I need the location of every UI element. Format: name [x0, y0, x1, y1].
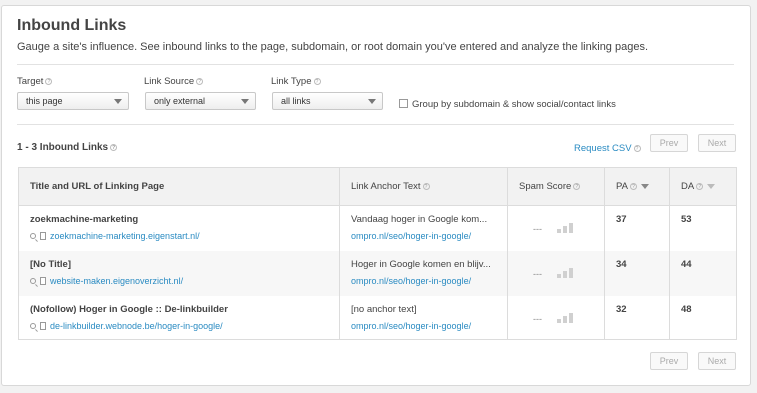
help-icon[interactable]: ?	[422, 182, 430, 190]
magnifier-icon[interactable]	[30, 323, 36, 329]
page-copy-icon[interactable]	[38, 320, 46, 330]
da-value: 48	[681, 304, 692, 315]
spam-score-value: ---	[533, 224, 542, 234]
help-icon[interactable]: ?	[696, 182, 704, 190]
column-divider	[669, 168, 670, 339]
target-url-link[interactable]: ompro.nl/seo/hoger-in-google/	[351, 321, 471, 331]
link-type-label-text: Link Type	[271, 76, 312, 87]
magnifier-icon[interactable]	[30, 233, 36, 239]
target-url-link[interactable]: ompro.nl/seo/hoger-in-google/	[351, 276, 471, 286]
linking-page-title: zoekmachine-marketing	[30, 214, 139, 225]
help-icon[interactable]: ?	[313, 77, 321, 85]
da-value: 53	[681, 214, 692, 225]
target-url-link[interactable]: ompro.nl/seo/hoger-in-google/	[351, 231, 471, 241]
dropdown-caret-icon	[368, 99, 376, 104]
link-type-select-value: all links	[281, 96, 311, 106]
anchor-text: Vandaag hoger in Google kom...	[351, 214, 488, 225]
sort-arrow-icon	[640, 183, 649, 189]
inbound-links-panel: Inbound Links Gauge a site's influence. …	[1, 5, 751, 386]
linking-page-url[interactable]: de-linkbuilder.webnode.be/hoger-in-googl…	[30, 320, 223, 331]
page-copy-icon[interactable]	[38, 275, 46, 285]
page-copy-icon[interactable]	[38, 230, 46, 240]
table-row: zoekmachine-marketing zoekmachine-market…	[19, 206, 736, 251]
dropdown-caret-icon	[241, 99, 249, 104]
help-icon[interactable]: ?	[110, 143, 118, 151]
link-source-filter-label: Link Source?	[144, 76, 204, 87]
column-divider	[507, 168, 508, 339]
page-subtitle: Gauge a site's influence. See inbound li…	[17, 41, 649, 53]
link-source-select[interactable]: only external	[145, 92, 256, 110]
column-header-title-url: Title and URL of Linking Page	[30, 181, 165, 192]
linking-page-title: (Nofollow) Hoger in Google :: De-linkbui…	[30, 304, 228, 315]
spam-score-value: ---	[533, 314, 542, 324]
results-count: 1 - 3 Inbound Links?	[17, 142, 118, 153]
linking-page-url[interactable]: website-maken.eigenoverzicht.nl/	[30, 275, 183, 286]
magnifier-icon[interactable]	[30, 278, 36, 284]
column-divider	[339, 168, 340, 339]
group-by-subdomain-checkbox[interactable]	[399, 98, 408, 108]
anchor-header-text: Link Anchor Text	[351, 181, 421, 192]
column-header-spam[interactable]: Spam Score?	[519, 181, 581, 192]
request-csv-text: Request CSV	[574, 143, 632, 154]
table-header: Title and URL of Linking Page Link Ancho…	[19, 168, 736, 206]
linking-page-url-text[interactable]: website-maken.eigenoverzicht.nl/	[50, 276, 183, 286]
target-select[interactable]: this page	[17, 92, 129, 110]
spam-header-text: Spam Score	[519, 181, 572, 192]
spam-bars-icon	[557, 311, 579, 323]
da-header-text: DA	[681, 181, 695, 192]
pa-value: 32	[616, 304, 627, 315]
target-select-value: this page	[26, 96, 63, 106]
anchor-text: Hoger in Google komen en blijv...	[351, 259, 491, 270]
column-header-da[interactable]: DA?	[681, 181, 716, 192]
group-by-subdomain-label: Group by subdomain & show social/contact…	[412, 99, 616, 110]
divider	[17, 64, 734, 65]
column-header-anchor[interactable]: Link Anchor Text?	[351, 181, 430, 192]
target-label-text: Target	[17, 76, 44, 87]
spam-bars-icon	[557, 221, 579, 233]
sort-arrow-icon	[707, 183, 716, 189]
table-row: (Nofollow) Hoger in Google :: De-linkbui…	[19, 296, 736, 341]
da-value: 44	[681, 259, 692, 270]
link-type-filter-label: Link Type?	[271, 76, 321, 87]
help-icon[interactable]: ?	[45, 77, 53, 85]
help-icon[interactable]: ?	[633, 144, 641, 152]
help-icon[interactable]: ?	[629, 182, 637, 190]
help-icon[interactable]: ?	[573, 182, 581, 190]
group-by-subdomain-option[interactable]: Group by subdomain & show social/contact…	[399, 98, 616, 110]
spam-bars-icon	[557, 266, 579, 278]
column-divider	[604, 168, 605, 339]
column-header-pa[interactable]: PA?	[616, 181, 649, 192]
spam-score-value: ---	[533, 269, 542, 279]
request-csv-link[interactable]: Request CSV?	[574, 143, 641, 154]
prev-button-top[interactable]: Prev	[650, 134, 688, 152]
prev-button-bottom[interactable]: Prev	[650, 352, 688, 370]
linking-page-title: [No Title]	[30, 259, 71, 270]
next-button-bottom[interactable]: Next	[698, 352, 736, 370]
anchor-text: [no anchor text]	[351, 304, 417, 315]
page-title: Inbound Links	[17, 17, 127, 34]
divider	[17, 124, 734, 125]
target-filter-label: Target?	[17, 76, 53, 87]
next-button-top[interactable]: Next	[698, 134, 736, 152]
help-icon[interactable]: ?	[196, 77, 204, 85]
link-type-select[interactable]: all links	[272, 92, 383, 110]
pa-value: 37	[616, 214, 627, 225]
inbound-links-table: Title and URL of Linking Page Link Ancho…	[18, 167, 737, 340]
pa-value: 34	[616, 259, 627, 270]
linking-page-url-text[interactable]: de-linkbuilder.webnode.be/hoger-in-googl…	[50, 321, 223, 331]
link-source-label-text: Link Source	[144, 76, 195, 87]
pa-header-text: PA	[616, 181, 628, 192]
results-count-text: 1 - 3 Inbound Links	[17, 142, 109, 153]
dropdown-caret-icon	[114, 99, 122, 104]
linking-page-url[interactable]: zoekmachine-marketing.eigenstart.nl/	[30, 230, 200, 241]
linking-page-url-text[interactable]: zoekmachine-marketing.eigenstart.nl/	[50, 231, 200, 241]
link-source-select-value: only external	[154, 96, 206, 106]
table-row: [No Title] website-maken.eigenoverzicht.…	[19, 251, 736, 296]
